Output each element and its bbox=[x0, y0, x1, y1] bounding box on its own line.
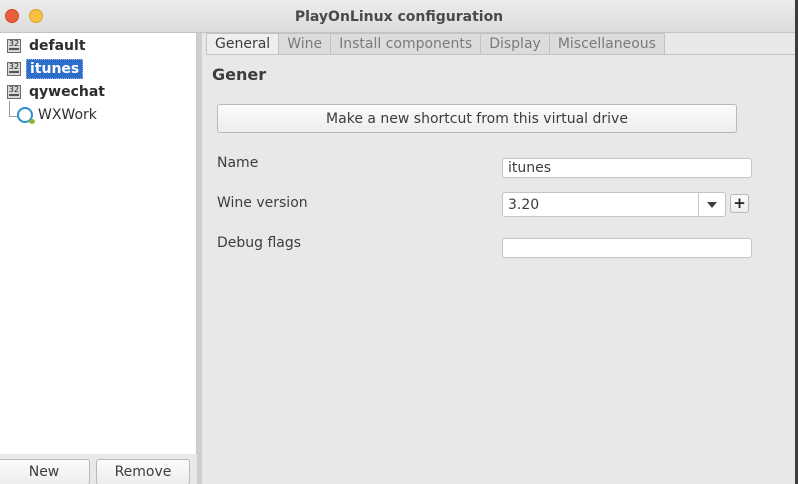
wine-32bit-icon: 32 bbox=[7, 84, 21, 99]
tree-item-label: qywechat bbox=[29, 83, 105, 100]
tab-wine[interactable]: Wine bbox=[279, 33, 332, 55]
tab-miscellaneous[interactable]: Miscellaneous bbox=[549, 33, 665, 55]
tree-item-wxwork[interactable]: WXWork bbox=[17, 104, 97, 125]
debug-flags-field[interactable] bbox=[502, 238, 752, 258]
prefix-actions: New Remove bbox=[0, 454, 197, 484]
prefix-tree-panel: 32 default 32 itunes 32 qywechat WXWork bbox=[0, 33, 197, 454]
new-button[interactable]: New bbox=[0, 459, 90, 484]
chevron-down-icon[interactable] bbox=[698, 193, 725, 216]
config-panel: General Wine Install components Display … bbox=[202, 33, 798, 484]
section-title: Gener bbox=[212, 65, 267, 84]
tab-general[interactable]: General bbox=[206, 33, 280, 55]
name-label: Name bbox=[217, 155, 259, 171]
remove-button[interactable]: Remove bbox=[96, 459, 190, 484]
add-wine-version-button[interactable]: + bbox=[730, 194, 749, 213]
wine-32bit-icon: 32 bbox=[7, 38, 21, 53]
tree-item-qywechat[interactable]: 32 qywechat bbox=[7, 81, 108, 102]
wine-version-select[interactable]: 3.20 bbox=[502, 192, 726, 217]
wine-32bit-icon: 32 bbox=[7, 61, 21, 76]
tab-display[interactable]: Display bbox=[481, 33, 550, 55]
tab-bar: General Wine Install components Display … bbox=[206, 33, 665, 55]
make-shortcut-button[interactable]: Make a new shortcut from this virtual dr… bbox=[217, 104, 737, 133]
title-bar[interactable]: PlayOnLinux configuration bbox=[0, 0, 798, 33]
tree-item-label: default bbox=[29, 37, 86, 54]
tree-item-label: itunes bbox=[26, 58, 84, 79]
wine-version-label: Wine version bbox=[217, 195, 308, 211]
wine-version-value: 3.20 bbox=[508, 196, 540, 213]
general-tab-page: Gener Make a new shortcut from this virt… bbox=[206, 55, 796, 484]
tree-item-label: WXWork bbox=[38, 106, 97, 123]
wxwork-app-icon bbox=[17, 106, 35, 124]
playonlinux-config-window: PlayOnLinux configuration 32 default 32 … bbox=[0, 0, 798, 484]
debug-flags-label: Debug flags bbox=[217, 235, 302, 251]
window-title: PlayOnLinux configuration bbox=[294, 9, 504, 25]
tree-item-default[interactable]: 32 default bbox=[7, 35, 89, 56]
name-field[interactable]: itunes bbox=[502, 158, 752, 178]
tab-install-components[interactable]: Install components bbox=[331, 33, 482, 55]
tree-item-itunes[interactable]: 32 itunes bbox=[7, 58, 84, 79]
